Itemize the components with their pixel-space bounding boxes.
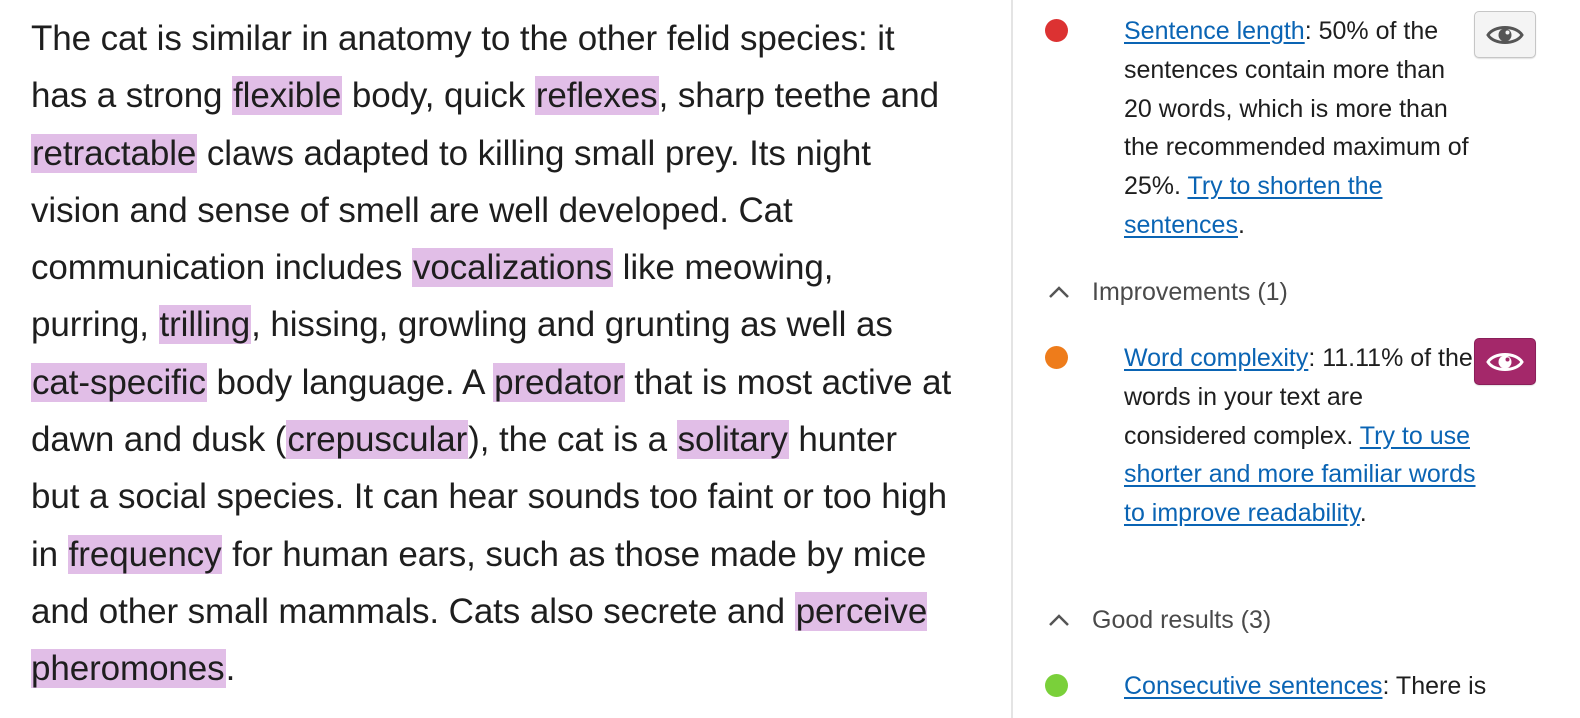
eye-icon bbox=[1486, 352, 1524, 371]
improvement-bullet-icon bbox=[1045, 346, 1068, 369]
highlighted-complex-word: frequency bbox=[67, 534, 223, 574]
paragraph-text: ), the cat is a bbox=[468, 420, 677, 460]
result-text: Word complexity: 11.11% of the words in … bbox=[1124, 339, 1479, 533]
paragraph-text: body language. A bbox=[206, 362, 494, 402]
highlighted-complex-word: vocalizations bbox=[411, 248, 614, 288]
readability-sidebar: Sentence length: 50% of the sentences co… bbox=[1013, 0, 1580, 718]
result-text: Consecutive sentences: There is bbox=[1124, 667, 1564, 706]
chevron-up-icon bbox=[1045, 282, 1073, 302]
editor-canvas[interactable]: The cat is similar in anatomy to the oth… bbox=[0, 0, 1013, 718]
sentence-length-link[interactable]: Sentence length bbox=[1124, 17, 1305, 45]
result-consecutive-sentences: Consecutive sentences: There is bbox=[1045, 667, 1565, 718]
result-description: : There is bbox=[1382, 672, 1487, 700]
result-end: . bbox=[1237, 210, 1245, 239]
highlight-sentence-length-button[interactable] bbox=[1474, 11, 1536, 58]
highlight-word-complexity-button[interactable] bbox=[1474, 338, 1536, 385]
improvements-title: Improvements (1) bbox=[1092, 277, 1288, 306]
highlighted-complex-word: crepuscular bbox=[286, 420, 469, 460]
good-bullet-icon bbox=[1045, 674, 1068, 697]
highlighted-complex-word: cat-specific bbox=[31, 362, 207, 402]
chevron-up-icon bbox=[1045, 610, 1073, 630]
highlighted-complex-word: predator bbox=[493, 362, 625, 402]
highlighted-complex-word: solitary bbox=[676, 420, 789, 460]
result-text: Sentence length: 50% of the sentences co… bbox=[1124, 12, 1479, 245]
highlighted-complex-word: trilling bbox=[158, 305, 252, 345]
problem-bullet-icon bbox=[1045, 19, 1068, 42]
consecutive-sentences-link[interactable]: Consecutive sentences bbox=[1124, 672, 1382, 700]
eye-icon bbox=[1486, 25, 1524, 44]
paragraph-text: . bbox=[225, 649, 236, 689]
highlighted-complex-word: flexible bbox=[232, 76, 343, 116]
paragraph-block[interactable]: The cat is similar in anatomy to the oth… bbox=[31, 10, 953, 698]
good-results-toggle[interactable]: Good results (3) bbox=[1045, 600, 1525, 640]
result-end: . bbox=[1359, 499, 1367, 528]
paragraph-text: body, quick bbox=[342, 76, 535, 116]
paragraph-text: , hissing, growling and grunting as well… bbox=[251, 305, 893, 345]
good-results-title: Good results (3) bbox=[1092, 605, 1272, 634]
highlighted-complex-word: reflexes bbox=[534, 76, 659, 116]
word-complexity-link[interactable]: Word complexity bbox=[1124, 344, 1308, 372]
highlighted-complex-word: retractable bbox=[31, 133, 198, 173]
improvements-toggle[interactable]: Improvements (1) bbox=[1045, 272, 1525, 312]
paragraph-text: , sharp teethe and bbox=[658, 76, 939, 116]
